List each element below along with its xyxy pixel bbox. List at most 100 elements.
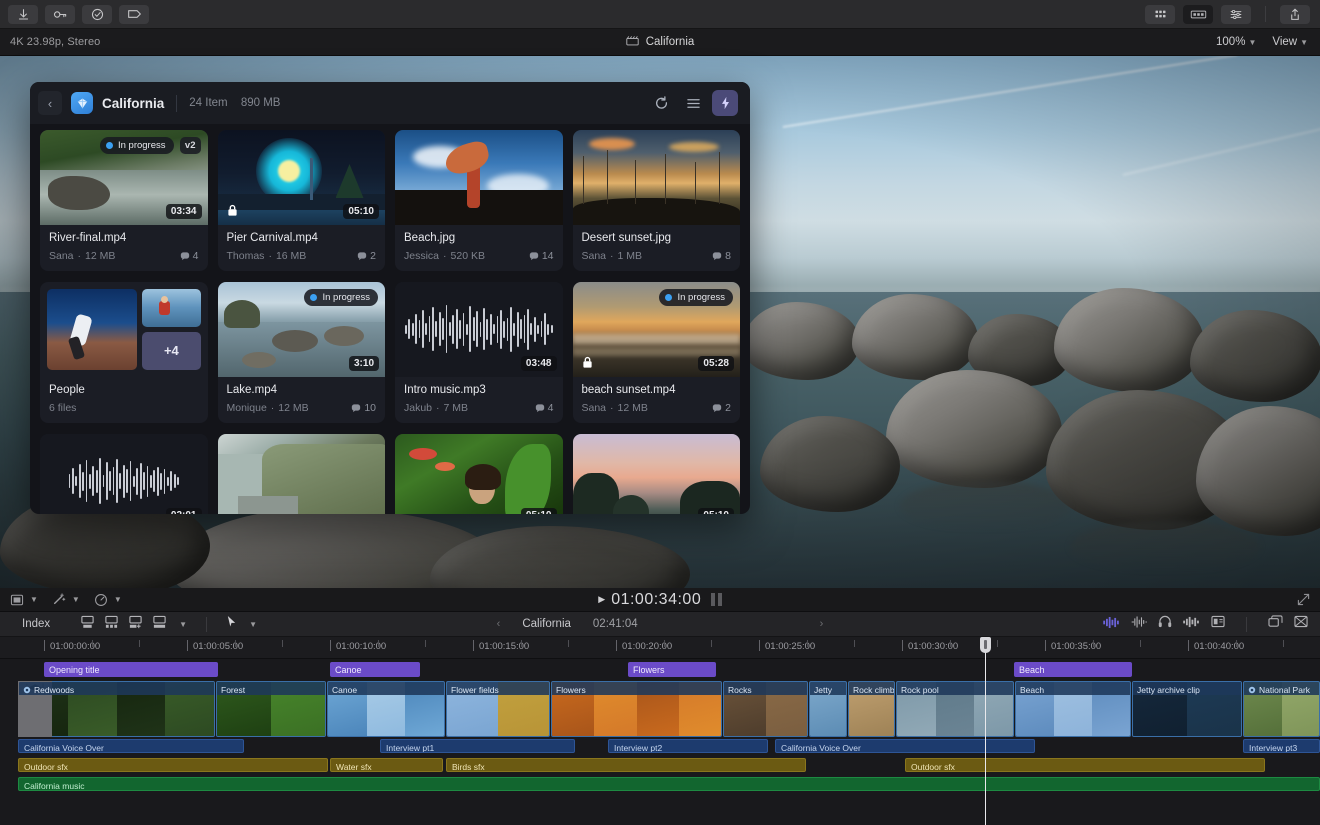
media-card[interactable]: 05:10 <box>395 434 563 514</box>
ruler-label: 01:00:40:00 <box>1194 641 1244 652</box>
timeline-ruler[interactable]: 01:00:00:0001:00:05:0001:00:10:0001:00:1… <box>0 637 1320 659</box>
audio-clip[interactable]: Outdoor sfx <box>18 758 328 772</box>
audio-track[interactable]: California music <box>0 775 1320 794</box>
audio-clip[interactable]: Interview pt2 <box>608 739 768 753</box>
check-circle-icon[interactable] <box>82 5 112 24</box>
ruler-label: 01:00:00:00 <box>50 641 100 652</box>
video-clip[interactable]: Jetty archive clip <box>1132 681 1242 737</box>
card-body: Beach.jpg Jessica · 520 KB 14 <box>395 225 563 271</box>
timeline-body[interactable]: 01:00:00:0001:00:05:0001:00:10:0001:00:1… <box>0 637 1320 825</box>
audio-clip[interactable]: California music <box>18 777 1320 791</box>
video-track[interactable]: RedwoodsForestCanoeFlower fieldsFlowersR… <box>0 681 1320 737</box>
title-clip[interactable]: Flowers <box>628 662 716 677</box>
refresh-icon[interactable] <box>648 90 674 116</box>
video-clip[interactable]: Forest <box>216 681 326 737</box>
card-size: 7 MB <box>444 402 469 414</box>
card-thumbnail: In progress 05:28 <box>573 282 741 377</box>
card-subtitle: Sana · 12 MB 4 <box>49 250 199 262</box>
media-card[interactable]: In progress 05:28 beach sunset.mp4 Sana … <box>573 282 741 423</box>
browser-back-button[interactable]: ‹ <box>38 91 62 115</box>
video-clip[interactable]: Beach <box>1015 681 1131 737</box>
ruler-tick <box>759 640 760 651</box>
media-card[interactable]: 05:10 Pier Carnival.mp4 Thomas · 16 MB 2 <box>218 130 386 271</box>
rock-reflection <box>900 481 1070 531</box>
toolbar-right-group <box>1145 5 1320 24</box>
card-subtitle: 6 files <box>49 402 199 414</box>
comment-count: 2 <box>712 402 731 414</box>
share-icon[interactable] <box>1280 5 1310 24</box>
media-card[interactable]: Desert sunset.jpg Sana · 1 MB 8 <box>573 130 741 271</box>
audio-clip[interactable]: California Voice Over <box>18 739 244 753</box>
grid-icon[interactable] <box>1145 5 1175 24</box>
video-clip[interactable]: Flower fields <box>446 681 550 737</box>
playhead-handle[interactable] <box>980 637 991 653</box>
filmstrip-icon[interactable] <box>1183 5 1213 24</box>
card-filename: Beach.jpg <box>404 232 554 246</box>
contrail-streak-2 <box>1123 122 1320 176</box>
tag-icon[interactable] <box>119 5 149 24</box>
ruler-label: 01:00:25:00 <box>765 641 815 652</box>
card-filename: Pier Carnival.mp4 <box>227 232 377 246</box>
media-card[interactable]: 03:48 Intro music.mp3 Jakub · 7 MB 4 <box>395 282 563 423</box>
lightning-icon[interactable] <box>712 90 738 116</box>
title-clip[interactable]: Beach <box>1014 662 1132 677</box>
card-filename: Intro music.mp3 <box>404 384 554 398</box>
media-folder-card[interactable]: +4 People 6 files <box>40 282 208 423</box>
playhead-timecode-group[interactable]: ▶ 01:00:34:00 <box>0 591 1320 609</box>
media-card[interactable]: In progress v2 03:34 River-final.mp4 San… <box>40 130 208 271</box>
video-clip[interactable]: National Park <box>1243 681 1320 737</box>
status-dot <box>106 142 113 149</box>
timeline-playhead[interactable] <box>985 637 986 825</box>
ruler-subtick <box>807 640 808 647</box>
duration-badge: 05:10 <box>343 204 379 219</box>
audio-track[interactable]: Outdoor sfxWater sfxBirds sfxOutdoor sfx <box>0 756 1320 775</box>
clip-label: Flowers <box>552 682 721 695</box>
ruler-subtick <box>1140 640 1141 647</box>
media-card[interactable]: 02:01 <box>40 434 208 514</box>
ruler-subtick <box>521 640 522 647</box>
media-card[interactable] <box>218 434 386 514</box>
list-icon[interactable] <box>680 90 706 116</box>
video-clip[interactable]: Rock climb <box>848 681 895 737</box>
card-author: Sana <box>582 402 607 414</box>
video-clip[interactable]: Flowers <box>551 681 722 737</box>
audio-clip[interactable]: Outdoor sfx <box>905 758 1265 772</box>
media-card[interactable]: In progress 3:10 Lake.mp4 Monique · 12 M… <box>218 282 386 423</box>
media-card[interactable]: 05:10 <box>573 434 741 514</box>
card-size: 12 MB <box>618 402 648 414</box>
title-clip[interactable]: Opening title <box>44 662 218 677</box>
ruler-subtick <box>1283 640 1284 647</box>
browser-title: California <box>102 96 164 111</box>
item-count: 24 Item <box>189 97 227 109</box>
audio-track[interactable]: California Voice Over Interview pt1 Interv… <box>0 737 1320 756</box>
card-subtitle: Jessica · 520 KB 14 <box>404 250 554 262</box>
next-project-button[interactable]: › <box>820 618 824 630</box>
audio-clip[interactable]: California Voice Over <box>775 739 1035 753</box>
audio-clip[interactable]: Water sfx <box>330 758 443 772</box>
sliders-icon[interactable] <box>1221 5 1251 24</box>
playhead-timecode: 01:00:34:00 <box>611 591 701 609</box>
import-media-button[interactable] <box>8 5 38 24</box>
contrail-streak <box>783 56 1238 128</box>
video-clip[interactable]: Rocks <box>723 681 808 737</box>
video-clip[interactable]: Rock pool <box>896 681 1014 737</box>
titles-track[interactable]: Opening title Canoe Flowers Beach <box>0 659 1320 681</box>
card-author: Sana <box>582 250 607 262</box>
clip-label: Rock climb <box>849 682 894 695</box>
prev-project-button[interactable]: ‹ <box>497 618 501 630</box>
card-author: Jakub <box>404 402 432 414</box>
key-icon[interactable] <box>45 5 75 24</box>
audio-clip[interactable]: Birds sfx <box>446 758 806 772</box>
card-body: Intro music.mp3 Jakub · 7 MB 4 <box>395 377 563 423</box>
separator-dot: · <box>268 250 272 262</box>
audio-clip[interactable]: Interview pt1 <box>380 739 575 753</box>
title-clip[interactable]: Canoe <box>330 662 420 677</box>
clip-label: Jetty archive clip <box>1133 682 1241 695</box>
status-dot <box>310 294 317 301</box>
video-clip[interactable]: Jetty <box>809 681 847 737</box>
ruler-tick <box>1045 640 1046 651</box>
media-card[interactable]: Beach.jpg Jessica · 520 KB 14 <box>395 130 563 271</box>
ruler-label: 01:00:30:00 <box>908 641 958 652</box>
audio-clip[interactable]: Interview pt3 <box>1243 739 1320 753</box>
video-clip[interactable]: Canoe <box>327 681 445 737</box>
